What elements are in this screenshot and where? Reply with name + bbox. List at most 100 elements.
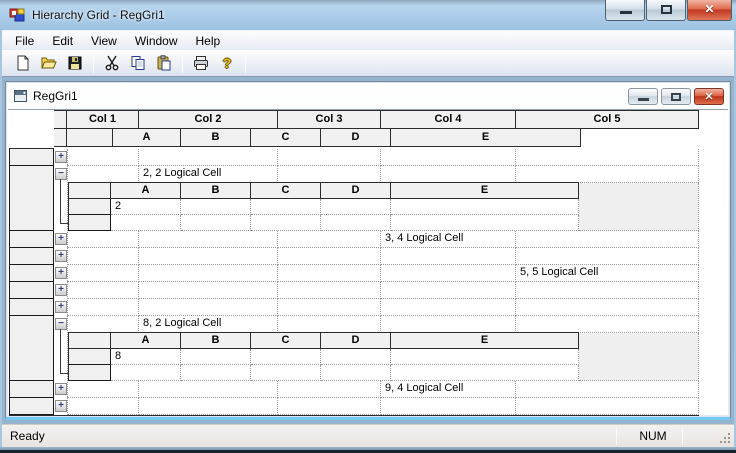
subgrid-cell[interactable] xyxy=(321,215,391,231)
subgrid-cell[interactable] xyxy=(181,215,251,231)
row-header-cell[interactable] xyxy=(9,316,54,381)
grid-cell[interactable] xyxy=(139,231,278,248)
subgrid-cell[interactable] xyxy=(391,349,579,365)
row-header-cell[interactable] xyxy=(9,282,54,299)
logical-cell[interactable]: 3, 4 Logical Cell xyxy=(381,231,516,248)
copy-button[interactable] xyxy=(125,52,151,75)
grid-cell[interactable] xyxy=(278,231,381,248)
logical-cell[interactable]: 5, 5 Logical Cell xyxy=(516,265,699,282)
expander-button[interactable]: + xyxy=(55,400,67,412)
grid-cell[interactable] xyxy=(516,282,699,299)
subgrid-row-header-cell[interactable] xyxy=(69,349,111,365)
sub-column-header[interactable]: B xyxy=(181,129,251,147)
subgrid-cell[interactable] xyxy=(111,365,181,381)
column-header[interactable]: Col 5 xyxy=(516,111,699,129)
subgrid-column-header[interactable]: B xyxy=(181,183,251,199)
row-header-cell[interactable] xyxy=(9,166,54,231)
subgrid-cell[interactable] xyxy=(251,215,321,231)
grid-cell[interactable] xyxy=(67,231,139,248)
subgrid-column-header[interactable]: C xyxy=(251,333,321,349)
paste-button[interactable] xyxy=(151,52,177,75)
row-header-cell[interactable] xyxy=(9,265,54,282)
grid-cell[interactable] xyxy=(278,149,381,166)
subgrid-corner-header[interactable] xyxy=(69,333,111,349)
grid-cell[interactable] xyxy=(67,149,139,166)
expander-button[interactable]: − xyxy=(55,318,67,330)
grid-cell[interactable] xyxy=(139,248,278,265)
grid-cell[interactable] xyxy=(67,166,139,183)
grid-cell[interactable] xyxy=(278,299,381,316)
grid-cell[interactable] xyxy=(67,316,139,333)
resize-grip-icon[interactable] xyxy=(719,432,732,445)
sub-column-header[interactable]: C xyxy=(251,129,321,147)
new-button[interactable] xyxy=(10,52,36,75)
grid-cell[interactable] xyxy=(139,398,278,415)
row-header-cell[interactable] xyxy=(9,149,54,166)
menu-file[interactable]: File xyxy=(6,32,43,50)
grid-cell[interactable] xyxy=(516,316,699,333)
grid-cell[interactable] xyxy=(516,166,699,183)
subgrid-cell[interactable] xyxy=(321,349,391,365)
grid-cell[interactable] xyxy=(278,316,381,333)
subgrid-cell[interactable] xyxy=(391,199,579,215)
expander-button[interactable]: − xyxy=(55,168,67,180)
menu-edit[interactable]: Edit xyxy=(43,32,82,50)
grid-cell[interactable] xyxy=(67,248,139,265)
column-header[interactable]: Col 1 xyxy=(67,111,139,129)
grid-cell[interactable] xyxy=(278,381,381,398)
subgrid-cell[interactable] xyxy=(251,349,321,365)
subgrid-cell[interactable] xyxy=(321,365,391,381)
sub-column-header[interactable]: E xyxy=(391,129,581,147)
subgrid-cell[interactable] xyxy=(181,349,251,365)
about-button[interactable]: ? xyxy=(214,52,240,75)
grid-cell[interactable] xyxy=(381,265,516,282)
child-title-bar[interactable]: RegGri1 ✕ xyxy=(6,82,730,109)
grid-cell[interactable] xyxy=(139,282,278,299)
grid-cell[interactable] xyxy=(278,282,381,299)
grid-cell[interactable] xyxy=(139,265,278,282)
save-button[interactable] xyxy=(62,52,88,75)
menu-view[interactable]: View xyxy=(82,32,126,50)
subgrid-column-header[interactable]: C xyxy=(251,183,321,199)
grid-cell[interactable] xyxy=(67,299,139,316)
grid-cell[interactable] xyxy=(516,299,699,316)
sub-column-header-blank[interactable] xyxy=(67,129,113,147)
child-minimize-button[interactable] xyxy=(628,88,658,105)
column-header[interactable]: Col 4 xyxy=(381,111,516,129)
grid-cell[interactable] xyxy=(381,316,516,333)
menu-window[interactable]: Window xyxy=(126,32,187,50)
column-gutter-header[interactable] xyxy=(54,111,67,129)
grid-cell[interactable] xyxy=(516,398,699,415)
expander-button[interactable]: + xyxy=(55,233,67,245)
child-close-button[interactable]: ✕ xyxy=(694,88,724,105)
column-header[interactable]: Col 2 xyxy=(139,111,278,129)
subgrid-row-header-cell[interactable] xyxy=(69,215,111,231)
grid-cell[interactable] xyxy=(139,149,278,166)
row-header-cell[interactable] xyxy=(9,248,54,265)
grid-cell[interactable] xyxy=(381,299,516,316)
subgrid-cell[interactable] xyxy=(321,199,391,215)
grid-cell[interactable] xyxy=(516,248,699,265)
subgrid-cell[interactable] xyxy=(391,365,579,381)
grid-cell[interactable] xyxy=(381,282,516,299)
logical-cell[interactable]: 8, 2 Logical Cell xyxy=(139,316,278,333)
subgrid-column-header[interactable]: B xyxy=(181,333,251,349)
subgrid-column-header[interactable]: A xyxy=(111,333,181,349)
subgrid-column-header[interactable]: A xyxy=(111,183,181,199)
subgrid-value-cell[interactable]: 8 xyxy=(111,349,181,365)
open-button[interactable] xyxy=(36,52,62,75)
title-bar[interactable]: Hierarchy Grid - RegGri1 ✕ xyxy=(0,0,736,30)
subgrid-row-header-cell[interactable] xyxy=(69,365,111,381)
expander-button[interactable]: + xyxy=(55,301,67,313)
grid-cell[interactable] xyxy=(516,231,699,248)
row-header-cell[interactable] xyxy=(9,398,54,415)
grid-cell[interactable] xyxy=(381,149,516,166)
grid-cell[interactable] xyxy=(516,149,699,166)
grid-cell[interactable] xyxy=(278,265,381,282)
subgrid-column-header[interactable]: D xyxy=(321,183,391,199)
row-header-cell[interactable] xyxy=(9,381,54,398)
grid-cell[interactable] xyxy=(516,381,699,398)
grid-cell[interactable] xyxy=(278,398,381,415)
grid-cell[interactable] xyxy=(139,299,278,316)
subgrid-column-header[interactable]: D xyxy=(321,333,391,349)
